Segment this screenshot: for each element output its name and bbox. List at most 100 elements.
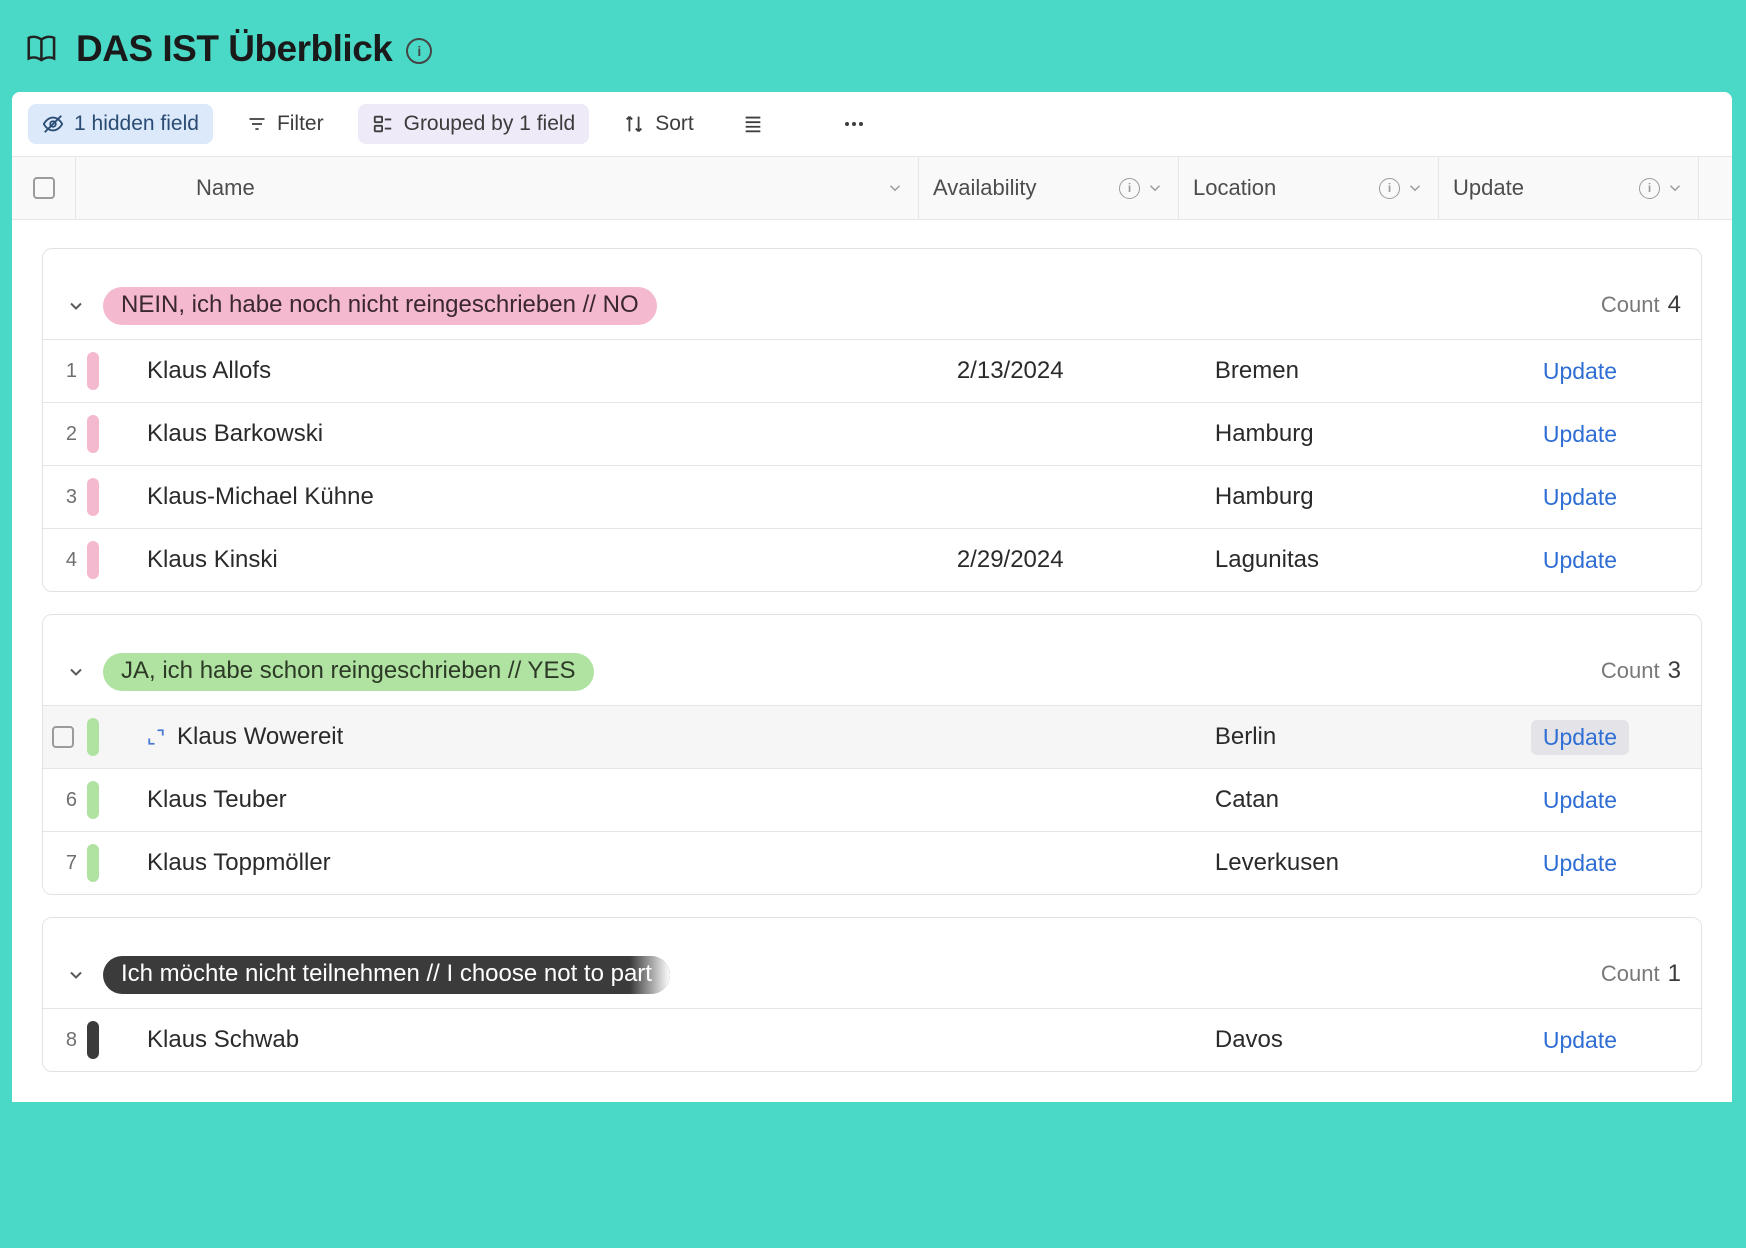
row-name: Klaus Schwab — [147, 1026, 299, 1054]
table-row[interactable]: 3Klaus-Michael KühneHamburgUpdate — [43, 465, 1701, 528]
row-checkbox[interactable] — [52, 726, 74, 748]
status-color-bar — [87, 781, 99, 819]
row-name: Klaus Toppmöller — [147, 849, 331, 877]
name-cell[interactable]: Klaus-Michael Kühne — [99, 483, 826, 511]
sort-button[interactable]: Sort — [609, 104, 708, 144]
update-cell: Update — [1459, 783, 1701, 818]
chevron-down-icon — [886, 179, 904, 197]
view-toolbar: 1 hidden field Filter Grouped by 1 field — [12, 92, 1732, 156]
status-color-bar — [87, 478, 99, 516]
name-cell[interactable]: Klaus Teuber — [99, 786, 826, 814]
group-block: STATUSNEIN, ich habe noch nicht reingesc… — [42, 248, 1702, 592]
info-icon: i — [1639, 178, 1660, 199]
group-header: STATUSNEIN, ich habe noch nicht reingesc… — [43, 249, 1701, 339]
update-button[interactable]: Update — [1531, 783, 1629, 818]
availability-cell[interactable]: 2/29/2024 — [943, 546, 1201, 574]
location-cell[interactable]: Bremen — [1201, 357, 1459, 385]
name-cell[interactable]: Klaus Barkowski — [99, 420, 826, 448]
header-availability-label: Availability — [933, 175, 1037, 201]
group-count: Count 3 — [1601, 657, 1681, 685]
update-button[interactable]: Update — [1531, 480, 1629, 515]
filter-button[interactable]: Filter — [233, 104, 338, 144]
status-color-bar — [87, 352, 99, 390]
location-cell[interactable]: Davos — [1201, 1026, 1459, 1054]
row-name: Klaus Teuber — [147, 786, 287, 814]
group-icon — [372, 113, 394, 135]
table-row[interactable]: 6 Klaus Teuber Catan Update — [43, 768, 1701, 831]
table-header: Name Availability i Location i Update i — [12, 156, 1732, 220]
group-count: Count 1 — [1601, 960, 1681, 988]
groups-container: STATUSNEIN, ich habe noch nicht reingesc… — [12, 220, 1732, 1102]
row-name: Klaus Barkowski — [147, 420, 323, 448]
name-cell[interactable]: Klaus Kinski — [99, 546, 826, 574]
update-cell: Update — [1459, 354, 1701, 389]
header-update[interactable]: Update i — [1439, 157, 1699, 219]
availability-cell[interactable]: 2/13/2024 — [943, 357, 1201, 385]
row-height-icon — [742, 113, 764, 135]
header-checkbox-cell — [12, 157, 76, 219]
select-all-checkbox[interactable] — [33, 177, 55, 199]
filter-label: Filter — [277, 112, 324, 136]
name-cell[interactable]: Klaus Wowereit — [99, 723, 826, 751]
row-number: 2 — [43, 423, 83, 446]
location-cell[interactable]: Hamburg — [1201, 420, 1459, 448]
name-cell[interactable]: Klaus Allofs — [99, 357, 826, 385]
table-row[interactable]: 8 Klaus Schwab Davos Update — [43, 1008, 1701, 1071]
row-number: 7 — [43, 852, 83, 875]
eye-off-icon — [42, 113, 64, 135]
collapse-chevron-icon[interactable] — [59, 965, 93, 985]
book-icon — [24, 30, 62, 68]
page-title-bar: DAS IST Überblick i — [0, 0, 1746, 92]
status-color-bar — [87, 1021, 99, 1059]
update-button[interactable]: Update — [1531, 417, 1629, 452]
header-location[interactable]: Location i — [1179, 157, 1439, 219]
status-color-bar — [87, 415, 99, 453]
sort-label: Sort — [655, 112, 694, 136]
update-cell: Update — [1459, 720, 1701, 755]
update-button[interactable]: Update — [1531, 543, 1629, 578]
row-name: Klaus Allofs — [147, 357, 271, 385]
group-label: Grouped by 1 field — [404, 112, 576, 136]
table-row[interactable]: 4Klaus Kinski2/29/2024LagunitasUpdate — [43, 528, 1701, 591]
location-cell[interactable]: Catan — [1201, 786, 1459, 814]
table-row[interactable]: Klaus Wowereit Berlin Update — [43, 705, 1701, 768]
table-row[interactable]: 7 Klaus Toppmöller Leverkusen Update — [43, 831, 1701, 894]
name-cell[interactable]: Klaus Schwab — [99, 1026, 826, 1054]
info-icon[interactable]: i — [406, 38, 432, 64]
collapse-chevron-icon[interactable] — [59, 662, 93, 682]
row-height-button[interactable] — [728, 105, 778, 143]
update-button[interactable]: Update — [1531, 720, 1629, 755]
info-icon: i — [1119, 178, 1140, 199]
header-name[interactable]: Name — [76, 157, 919, 219]
collapse-chevron-icon[interactable] — [59, 296, 93, 316]
status-color-bar — [87, 844, 99, 882]
update-button[interactable]: Update — [1531, 1023, 1629, 1058]
hidden-fields-button[interactable]: 1 hidden field — [28, 104, 213, 144]
row-name: Klaus Wowereit — [177, 723, 343, 751]
update-button[interactable]: Update — [1531, 846, 1629, 881]
update-cell: Update — [1459, 1023, 1701, 1058]
location-cell[interactable]: Hamburg — [1201, 483, 1459, 511]
row-name: Klaus-Michael Kühne — [147, 483, 374, 511]
header-availability[interactable]: Availability i — [919, 157, 1179, 219]
location-cell[interactable]: Lagunitas — [1201, 546, 1459, 574]
update-button[interactable]: Update — [1531, 354, 1629, 389]
name-cell[interactable]: Klaus Toppmöller — [99, 849, 826, 877]
update-cell: Update — [1459, 846, 1701, 881]
row-number: 6 — [43, 789, 83, 812]
update-cell: Update — [1459, 417, 1701, 452]
table-row[interactable]: 2 Klaus Barkowski Hamburg Update — [43, 402, 1701, 465]
hidden-fields-label: 1 hidden field — [74, 112, 199, 136]
location-cell[interactable]: Berlin — [1201, 723, 1459, 751]
location-cell[interactable]: Leverkusen — [1201, 849, 1459, 877]
more-menu-button[interactable] — [828, 104, 880, 144]
update-cell: Update — [1459, 543, 1701, 578]
filter-icon — [247, 114, 267, 134]
expand-record-icon[interactable] — [147, 728, 165, 746]
update-cell: Update — [1459, 480, 1701, 515]
header-location-label: Location — [1193, 175, 1276, 201]
table-row[interactable]: 1 Klaus Allofs 2/13/2024Bremen Update — [43, 339, 1701, 402]
row-number: 8 — [43, 1029, 83, 1052]
group-button[interactable]: Grouped by 1 field — [358, 104, 590, 144]
row-number: 1 — [43, 360, 83, 383]
